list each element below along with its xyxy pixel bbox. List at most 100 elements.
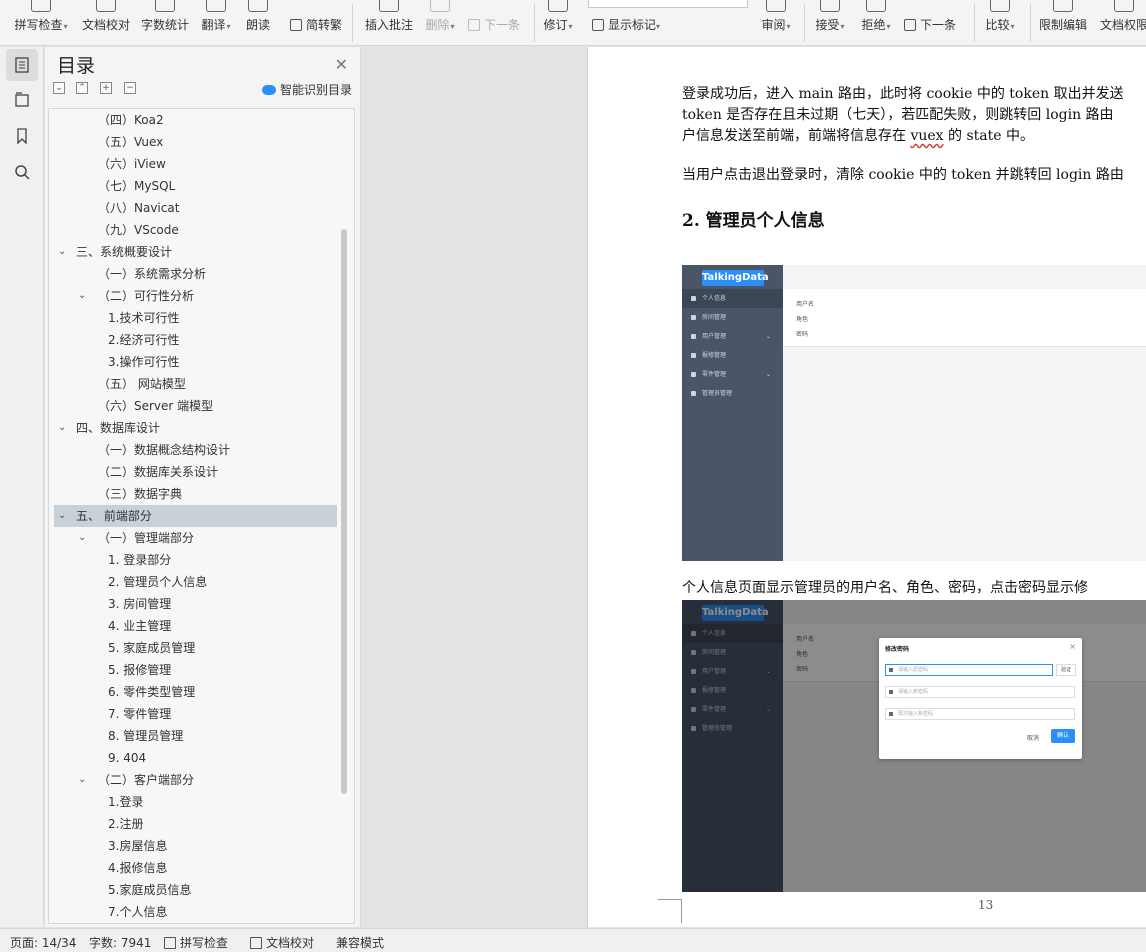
chevron-down-icon[interactable]: ⌄ [78, 285, 86, 307]
toc-item[interactable]: 5. 报修管理 [54, 659, 337, 681]
reject-button[interactable]: 拒绝▾ [856, 0, 896, 45]
toc-item[interactable]: 8. 管理员管理 [54, 725, 337, 747]
toc-item[interactable]: （三）数据字典 [54, 483, 337, 505]
delete-comment-button[interactable]: 删除▾ [420, 0, 460, 45]
toc-item[interactable]: 1. 登录部分 [54, 549, 337, 571]
compat-mode: 兼容模式 [336, 936, 385, 950]
toc-item[interactable]: 1.登录 [54, 791, 337, 813]
restrict-editing-button[interactable]: 限制编辑 [1036, 0, 1090, 45]
paragraph-line: 户信息发送至前端，前端将信息存在 vuex 的 state 中。 [682, 128, 1034, 144]
toc-item[interactable]: 3. 房间管理 [54, 593, 337, 615]
doc-proof-button[interactable]: 文档校对 [78, 0, 134, 45]
toc-item[interactable]: 3.操作可行性 [54, 351, 337, 373]
shot-field-label: 用户名 [796, 301, 815, 308]
toc-item[interactable]: 2.经济可行性 [54, 329, 337, 351]
toc-title: 目录 [57, 55, 96, 77]
toc-item[interactable]: （八）Navicat [54, 197, 337, 219]
toc-item[interactable]: ⌄ （二）客户端部分 [54, 769, 337, 791]
toc-item[interactable]: （二）数据库关系设计 [54, 461, 337, 483]
toc-item[interactable]: ⌄ 四、数据库设计 [54, 417, 337, 439]
nav-rail [0, 47, 44, 927]
chevron-down-icon[interactable]: ⌄ [58, 417, 66, 439]
toc-item[interactable]: （四）Koa2 [54, 109, 337, 131]
toc-item[interactable]: ⌄ 五、 前端部分 [54, 505, 337, 527]
next-change-button[interactable]: 下一条 [904, 16, 956, 33]
expand-up-icon[interactable]: ⌃ [76, 82, 88, 94]
toc-item[interactable]: （一）系统需求分析 [54, 263, 337, 285]
toc-item-label: 3.房屋信息 [108, 839, 168, 853]
toc-item[interactable]: 1.技术可行性 [54, 307, 337, 329]
toc-item[interactable]: 7. 零件管理 [54, 703, 337, 725]
toc-item[interactable]: ⌄ （一）管理端部分 [54, 527, 337, 549]
restrict-editing-icon [1053, 0, 1073, 12]
toc-item-label: （八）Navicat [98, 201, 180, 215]
next-comment-button[interactable]: 下一条 [468, 16, 520, 33]
status-doc-proof[interactable]: 文档校对 [250, 934, 314, 951]
toc-item[interactable]: 4.报修信息 [54, 857, 337, 879]
page-indicator[interactable]: 页面: 14/34 [10, 934, 76, 951]
toc-scrollbar[interactable] [341, 229, 347, 794]
toc-item[interactable]: （七）MySQL [54, 175, 337, 197]
chevron-down-icon[interactable]: ⌄ [78, 527, 86, 549]
paragraph-line: 当用户点击退出登录时，清除 cookie 中的 token 并跳转回 login… [682, 167, 1124, 183]
toc-item[interactable]: 7.个人信息 [54, 901, 337, 923]
confirm-password-field: 再次输入新密码 [885, 708, 1075, 720]
status-spell-check[interactable]: 拼写检查 [164, 934, 228, 951]
add-level-icon[interactable]: + [100, 82, 112, 94]
chevron-down-icon[interactable]: ⌄ [78, 769, 86, 791]
embedded-screenshot[interactable]: TalkingData 个人信息 房间管理 用户管理 ⌄ 报修管理 零件管理 ⌄ 管… [682, 265, 1146, 561]
next-change-icon [904, 19, 916, 31]
smart-toc-button[interactable]: 智能识别目录 [261, 81, 352, 98]
toc-item[interactable]: （五） 网站模型 [54, 373, 337, 395]
toc-item-label: 1.技术可行性 [108, 311, 180, 325]
toc-item[interactable]: 5. 家庭成员管理 [54, 637, 337, 659]
toc-item[interactable]: ⌄ 三、系统概要设计 [54, 241, 337, 263]
toc-item[interactable]: 4. 业主管理 [54, 615, 337, 637]
toc-item[interactable]: 2.注册 [54, 813, 337, 835]
toc-item[interactable]: （五）Vuex [54, 131, 337, 153]
toc-item[interactable]: ⌄ （二）可行性分析 [54, 285, 337, 307]
embedded-screenshot-dialog[interactable]: TalkingData 个人信息 房间管理 用户管理 ⌄ 报修管理 零件管理 ⌄ 管… [682, 600, 1146, 892]
toc-icon[interactable] [6, 49, 38, 81]
document-page[interactable]: 登录成功后，进入 main 路由，此时将 cookie 中的 token 取出并… [587, 47, 1146, 927]
spell-check-button[interactable]: 拼写检查▾ [10, 0, 72, 45]
toc-item[interactable]: 3.房屋信息 [54, 835, 337, 857]
page-corner-mark [658, 899, 682, 923]
toc-item[interactable]: 5.家庭成员信息 [54, 879, 337, 901]
close-icon[interactable]: ✕ [335, 55, 348, 74]
search-icon[interactable] [6, 156, 38, 188]
toc-item-label: （五） 网站模型 [98, 377, 186, 391]
toc-item[interactable]: 6. 零件类型管理 [54, 681, 337, 703]
bookmark-icon[interactable] [6, 120, 38, 152]
toc-item-label: 3.操作可行性 [108, 355, 180, 369]
review-button[interactable]: 审阅▾ [756, 0, 796, 45]
toc-item-label: 4. 业主管理 [108, 619, 172, 633]
spell-check-icon [31, 0, 51, 12]
toc-item[interactable]: （六）iView [54, 153, 337, 175]
toc-item-label: （一）管理端部分 [98, 531, 195, 545]
toc-item[interactable]: （六）Server 端模型 [54, 395, 337, 417]
accept-button[interactable]: 接受▾ [810, 0, 850, 45]
doc-permission-button[interactable]: 文档权限 [1096, 0, 1146, 45]
convert-traditional-button[interactable]: 简转繁 [290, 16, 342, 33]
compare-button[interactable]: 比较▾ [980, 0, 1020, 45]
collapse-all-icon[interactable]: ⌄ [53, 82, 65, 94]
markup-mode-select[interactable] [588, 0, 748, 8]
chapter-nav-icon[interactable] [6, 84, 38, 116]
toc-item-label: （六）iView [98, 157, 166, 171]
toc-item[interactable]: 9. 404 [54, 747, 337, 769]
word-count[interactable]: 字数: 7941 [89, 934, 151, 951]
word-count-button[interactable]: 字数统计 [138, 0, 192, 45]
insert-comment-button[interactable]: 插入批注 [360, 0, 418, 45]
toc-item[interactable]: （一）数据概念结构设计 [54, 439, 337, 461]
read-aloud-button[interactable]: 朗读 [242, 0, 274, 45]
remove-level-icon[interactable]: − [124, 82, 136, 94]
chevron-down-icon[interactable]: ⌄ [58, 505, 66, 527]
old-password-field: 请输入原密码 [885, 664, 1053, 676]
toc-item[interactable]: （九）VScode [54, 219, 337, 241]
translate-button[interactable]: 翻译▾ [196, 0, 236, 45]
toc-item[interactable]: 2. 管理员个人信息 [54, 571, 337, 593]
chevron-down-icon[interactable]: ⌄ [58, 241, 66, 263]
show-markup-button[interactable]: 显示标记▾ [592, 16, 660, 33]
track-changes-button[interactable]: 修订▾ [538, 0, 578, 45]
